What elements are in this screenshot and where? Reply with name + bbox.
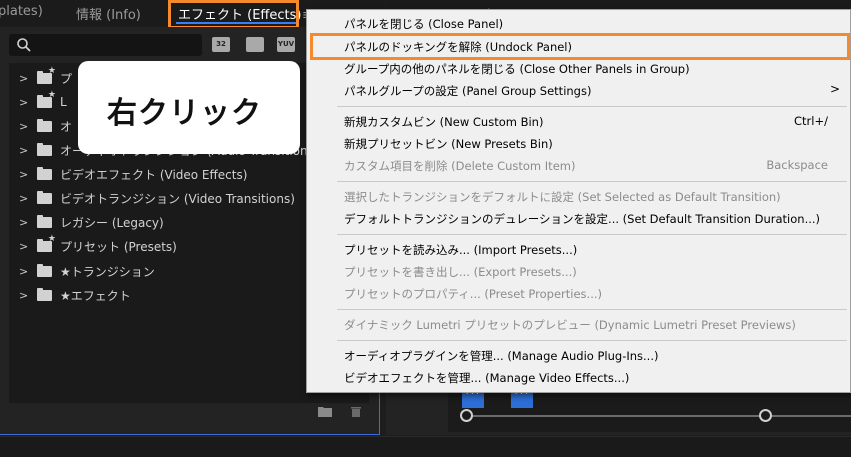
new-bin-folder-icon[interactable] — [318, 405, 332, 417]
menu-item-label: デフォルトトランジションのデュレーションを設定... (Set Default … — [344, 212, 821, 226]
menu-item-manage-audio-plugins[interactable]: オーディオプラグインを管理... (Manage Audio Plug-Ins.… — [307, 345, 850, 367]
scrollbar-right-handle[interactable] — [759, 409, 772, 422]
menu-item-close-other-panels[interactable]: グループ内の他のパネルを閉じる (Close Other Panels in G… — [307, 58, 850, 80]
menu-item-panel-group-settings[interactable]: パネルグループの設定 (Panel Group Settings) > — [307, 80, 850, 102]
menu-item-new-presets-bin[interactable]: 新規プリセットビン (New Presets Bin) — [307, 133, 850, 155]
menu-item-label: プリセットを書き出し... (Export Presets...) — [344, 265, 577, 279]
tab-effects-highlight-box — [168, 0, 299, 29]
tree-item[interactable]: > オ — [19, 116, 72, 136]
tree-item-label: ★エフェクト — [60, 288, 131, 303]
menu-item-set-default-duration[interactable]: デフォルトトランジションのデュレーションを設定... (Set Default … — [307, 208, 850, 230]
effects-search-input[interactable] — [9, 34, 202, 56]
menu-item-label: ビデオエフェクトを管理... (Manage Video Effects...) — [344, 371, 630, 385]
folder-icon — [37, 166, 52, 180]
folder-icon — [37, 214, 52, 228]
menu-item-label: プリセットのプロパティ... (Preset Properties...) — [344, 287, 603, 301]
tree-item-label: ビデオエフェクト (Video Effects) — [60, 167, 248, 182]
trash-icon[interactable] — [349, 405, 363, 417]
tree-item-label: レガシー (Legacy) — [60, 215, 164, 230]
menu-separator — [337, 181, 847, 182]
accelerated-effects-icon[interactable]: 32 — [212, 37, 230, 52]
menu-item-label: グループ内の他のパネルを閉じる (Close Other Panels in G… — [344, 62, 690, 76]
menu-item-set-default-transition: 選択したトランジションをデフォルトに設定 (Set Selected as De… — [307, 186, 850, 208]
tree-item-label: L — [60, 95, 67, 109]
menu-item-shortcut: Ctrl+/ — [794, 114, 828, 128]
menu-item-label: 選択したトランジションをデフォルトに設定 (Set Selected as De… — [344, 190, 781, 204]
tab-templates[interactable]: plates) — [0, 4, 43, 19]
context-menu: パネルを閉じる (Close Panel) パネルのドッキングを解除 (Undo… — [306, 9, 851, 393]
menu-item-import-presets[interactable]: プリセットを読み込み... (Import Presets...) — [307, 239, 850, 261]
undock-highlight-box — [310, 33, 850, 60]
menu-item-label: パネルグループの設定 (Panel Group Settings) — [344, 84, 592, 98]
tab-info[interactable]: 情報 (Info) — [76, 4, 141, 23]
menu-separator — [337, 340, 847, 341]
search-icon — [17, 38, 31, 52]
folder-icon — [37, 118, 52, 132]
scrollbar-left-handle[interactable] — [460, 409, 473, 422]
yuv-effects-icon[interactable]: YUV — [277, 37, 295, 52]
menu-separator — [337, 106, 847, 107]
tree-item[interactable]: > ビデオエフェクト (Video Effects) — [19, 164, 247, 184]
menu-item-label: 新規カスタムビン (New Custom Bin) — [344, 115, 544, 129]
menu-item-lumetri-preset-previews: ダイナミック Lumetri プリセットのプレビュー (Dynamic Lume… — [307, 314, 850, 336]
folder-star-icon — [37, 66, 56, 84]
chevron-right-icon[interactable]: > — [19, 192, 31, 205]
menu-item-label: オーディオプラグインを管理... (Manage Audio Plug-Ins.… — [344, 349, 659, 363]
tree-item-label: ビデオトランジション (Video Transitions) — [60, 191, 295, 206]
menu-item-label: ダイナミック Lumetri プリセットのプレビュー (Dynamic Lume… — [344, 318, 796, 332]
callout-text: 右クリック — [107, 96, 262, 131]
submenu-arrow-icon: > — [829, 82, 840, 96]
tree-item[interactable]: > レガシー (Legacy) — [19, 212, 164, 232]
tree-item-label: プ — [60, 71, 73, 86]
folder-icon — [37, 190, 52, 204]
menu-item-label: パネルを閉じる (Close Panel) — [344, 17, 504, 31]
tree-item-label: オ — [60, 119, 73, 134]
timeline-zoom-scrollbar[interactable] — [460, 409, 851, 423]
menu-item-label: プリセットを読み込み... (Import Presets...) — [344, 243, 578, 257]
tree-item[interactable]: > ★エフェクト — [19, 285, 131, 305]
chevron-right-icon[interactable]: > — [19, 289, 31, 302]
tree-item-label: ★トランジション — [60, 264, 155, 279]
menu-item-manage-video-effects[interactable]: ビデオエフェクトを管理... (Manage Video Effects...) — [307, 367, 850, 389]
menu-item-close-panel[interactable]: パネルを閉じる (Close Panel) — [307, 13, 850, 35]
menu-item-new-custom-bin[interactable]: 新規カスタムビン (New Custom Bin) Ctrl+/ — [307, 111, 850, 133]
folder-icon — [37, 287, 52, 301]
menu-item-label: 新規プリセットビン (New Presets Bin) — [344, 137, 553, 151]
tree-item[interactable]: > ★トランジション — [19, 261, 155, 281]
menu-item-delete-custom-item: カスタム項目を削除 (Delete Custom Item) Backspace — [307, 155, 850, 177]
chevron-right-icon[interactable]: > — [19, 144, 31, 157]
chevron-right-icon[interactable]: > — [19, 120, 31, 133]
right-click-callout: 右クリック — [78, 61, 365, 154]
tree-item[interactable]: > ビデオトランジション (Video Transitions) — [19, 188, 295, 208]
folder-star-icon — [37, 90, 56, 108]
bottom-status-strip — [0, 436, 851, 457]
32bit-effects-icon[interactable] — [246, 37, 264, 52]
chevron-right-icon[interactable]: > — [19, 72, 31, 85]
menu-separator — [337, 309, 847, 310]
folder-star-icon — [37, 234, 56, 252]
chevron-right-icon[interactable]: > — [19, 216, 31, 229]
tree-item[interactable]: > L — [19, 90, 67, 112]
chevron-right-icon[interactable]: > — [19, 265, 31, 278]
folder-icon — [37, 263, 52, 277]
menu-item-export-presets: プリセットを書き出し... (Export Presets...) — [307, 261, 850, 283]
chevron-right-icon[interactable]: > — [19, 240, 31, 253]
chevron-right-icon[interactable]: > — [19, 168, 31, 181]
tree-item-label: プリセット (Presets) — [60, 239, 177, 254]
tree-item[interactable]: > プリセット (Presets) — [19, 234, 177, 256]
scrollbar-track — [462, 415, 851, 417]
tree-item[interactable]: > プ — [19, 66, 73, 88]
menu-item-shortcut: Backspace — [766, 158, 828, 172]
folder-icon — [37, 142, 52, 156]
menu-item-preset-properties: プリセットのプロパティ... (Preset Properties...) — [307, 283, 850, 305]
chevron-right-icon[interactable]: > — [19, 96, 31, 109]
menu-item-label: カスタム項目を削除 (Delete Custom Item) — [344, 159, 576, 173]
menu-separator — [337, 234, 847, 235]
